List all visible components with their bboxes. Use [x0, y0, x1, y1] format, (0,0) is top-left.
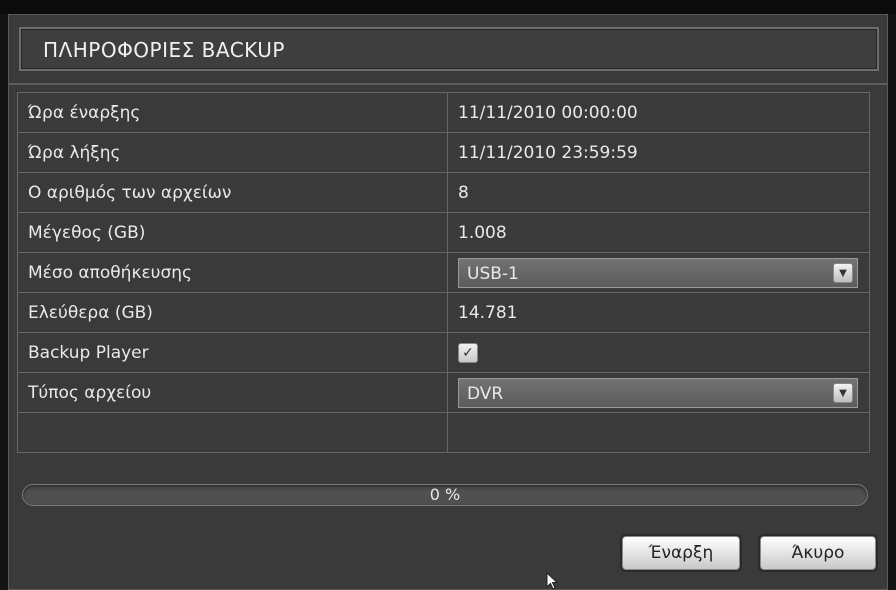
- chevron-down-icon[interactable]: ▼: [833, 382, 853, 403]
- file-count-label: Ο αριθμός των αρχείων: [17, 172, 448, 213]
- dialog-titlebar: ΠΛΗΡΟΦΟΡΙΕΣ BACKUP: [19, 27, 879, 71]
- storage-select-value: USB-1: [467, 263, 519, 284]
- table-row: Τύπος αρχείου DVR ▼: [17, 372, 870, 413]
- start-button[interactable]: Έναρξη: [622, 536, 740, 570]
- free-space-label: Ελεύθερα (GB): [17, 292, 448, 333]
- free-space-value: 14.781: [447, 292, 870, 333]
- end-time-value: 11/11/2010 23:59:59: [447, 132, 870, 173]
- dialog-title: ΠΛΗΡΟΦΟΡΙΕΣ BACKUP: [43, 38, 285, 62]
- start-time-label: Ώρα έναρξης: [17, 92, 448, 133]
- file-type-label: Τύπος αρχείου: [17, 372, 448, 413]
- title-separator: [9, 83, 887, 85]
- backup-progress-bar: 0 %: [22, 484, 868, 506]
- table-row: Backup Player ✓: [17, 332, 870, 373]
- size-label: Μέγεθος (GB): [17, 212, 448, 253]
- storage-label: Μέσο αποθήκευσης: [17, 252, 448, 293]
- backup-player-label: Backup Player: [17, 332, 448, 373]
- size-value: 1.008: [447, 212, 870, 253]
- table-row: Ελεύθερα (GB) 14.781: [17, 292, 870, 333]
- table-row: Μέσο αποθήκευσης USB-1 ▼: [17, 252, 870, 293]
- storage-select[interactable]: USB-1 ▼: [458, 257, 858, 288]
- file-count-value: 8: [447, 172, 870, 213]
- table-row: Ώρα λήξης 11/11/2010 23:59:59: [17, 132, 870, 173]
- end-time-label: Ώρα λήξης: [17, 132, 448, 173]
- cancel-button[interactable]: Άκυρο: [760, 536, 876, 570]
- mouse-cursor-icon: [546, 572, 559, 590]
- progress-text: 0 %: [429, 485, 461, 504]
- table-row: Μέγεθος (GB) 1.008: [17, 212, 870, 253]
- backup-info-table: Ώρα έναρξης 11/11/2010 00:00:00 Ώρα λήξη…: [17, 92, 870, 453]
- backup-player-checkbox[interactable]: ✓: [458, 343, 478, 363]
- table-row: Ώρα έναρξης 11/11/2010 00:00:00: [17, 92, 870, 133]
- top-strip: [0, 0, 896, 14]
- chevron-down-icon[interactable]: ▼: [833, 262, 853, 283]
- empty-cell: [17, 412, 448, 453]
- table-row: [17, 412, 870, 453]
- file-type-select[interactable]: DVR ▼: [458, 377, 858, 408]
- start-time-value: 11/11/2010 00:00:00: [447, 92, 870, 133]
- file-type-select-value: DVR: [467, 383, 504, 404]
- empty-cell: [447, 412, 870, 453]
- table-row: Ο αριθμός των αρχείων 8: [17, 172, 870, 213]
